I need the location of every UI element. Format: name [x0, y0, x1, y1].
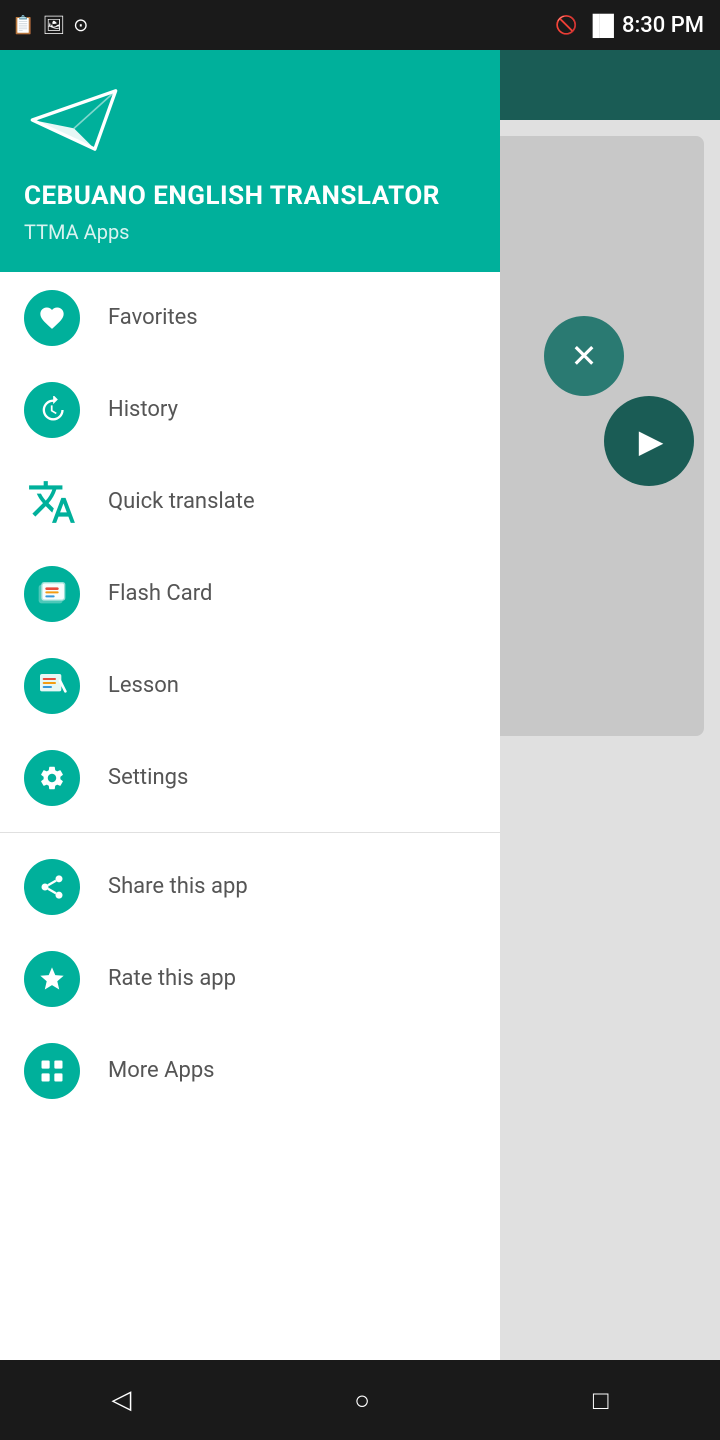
sync-icon: ⊙	[73, 15, 88, 36]
status-bar-left-icons: 📋 🖼 ⊙	[12, 15, 88, 36]
menu-item-history[interactable]: History	[0, 364, 500, 456]
quick-translate-label: Quick translate	[108, 489, 255, 514]
translate-icon	[27, 477, 77, 527]
grid-icon	[38, 1057, 66, 1085]
clock-icon	[38, 396, 66, 424]
star-icon	[38, 965, 66, 993]
settings-label: Settings	[108, 765, 188, 790]
lesson-label: Lesson	[108, 673, 179, 698]
history-icon-circle	[24, 382, 80, 438]
menu-item-more-apps[interactable]: More Apps	[0, 1025, 500, 1117]
history-label: History	[108, 397, 178, 422]
back-button[interactable]: ◁	[111, 1385, 131, 1415]
menu-item-settings[interactable]: Settings	[0, 732, 500, 824]
favorites-icon-circle	[24, 290, 80, 346]
flash-card-label: Flash Card	[108, 581, 212, 606]
menu-item-quick-translate[interactable]: Quick translate	[0, 456, 500, 548]
battery-icon: ▐█	[586, 13, 614, 38]
translate-icon-container	[24, 474, 80, 530]
menu-item-rate[interactable]: Rate this app	[0, 933, 500, 1025]
gear-icon	[38, 764, 66, 792]
more-apps-icon-circle	[24, 1043, 80, 1099]
settings-icon-circle	[24, 750, 80, 806]
rate-label: Rate this app	[108, 966, 236, 991]
lesson-icon	[36, 670, 68, 702]
share-label: Share this app	[108, 874, 248, 899]
logo-icon	[24, 80, 124, 160]
flashcard-icon	[36, 578, 68, 610]
drawer-header: CEBUANO ENGLISH TRANSLATOR TTMA Apps	[0, 50, 500, 272]
memo-icon: 📋	[12, 15, 34, 36]
menu-item-flash-card[interactable]: Flash Card	[0, 548, 500, 640]
lesson-icon-circle	[24, 658, 80, 714]
menu-item-share[interactable]: Share this app	[0, 841, 500, 933]
rate-icon-circle	[24, 951, 80, 1007]
menu-divider	[0, 832, 500, 833]
drawer-author: TTMA Apps	[24, 220, 476, 244]
more-apps-label: More Apps	[108, 1058, 215, 1083]
bottom-navigation: ◁ ○ □	[0, 1360, 720, 1440]
share-icon	[38, 873, 66, 901]
home-button[interactable]: ○	[354, 1385, 370, 1416]
navigation-drawer: CEBUANO ENGLISH TRANSLATOR TTMA Apps Fav…	[0, 50, 500, 1440]
drawer-app-title: CEBUANO ENGLISH TRANSLATOR	[24, 180, 476, 214]
send-button[interactable]	[604, 396, 694, 486]
heart-icon	[38, 304, 66, 332]
status-time: 8:30 PM	[622, 13, 704, 38]
close-button[interactable]	[544, 316, 624, 396]
flash-card-icon-circle	[24, 566, 80, 622]
status-bar-right: 🚫 ▐█ 8:30 PM	[555, 13, 704, 38]
recent-button[interactable]: □	[593, 1385, 609, 1416]
image-icon: 🖼	[42, 15, 65, 36]
favorites-label: Favorites	[108, 305, 198, 330]
no-sim-icon: 🚫	[555, 15, 577, 36]
menu-item-favorites[interactable]: Favorites	[0, 272, 500, 364]
app-logo	[24, 80, 476, 164]
drawer-menu: Favorites History Quick translate	[0, 272, 500, 1440]
status-bar: 📋 🖼 ⊙ 🚫 ▐█ 8:30 PM	[0, 0, 720, 50]
menu-item-lesson[interactable]: Lesson	[0, 640, 500, 732]
share-icon-circle	[24, 859, 80, 915]
